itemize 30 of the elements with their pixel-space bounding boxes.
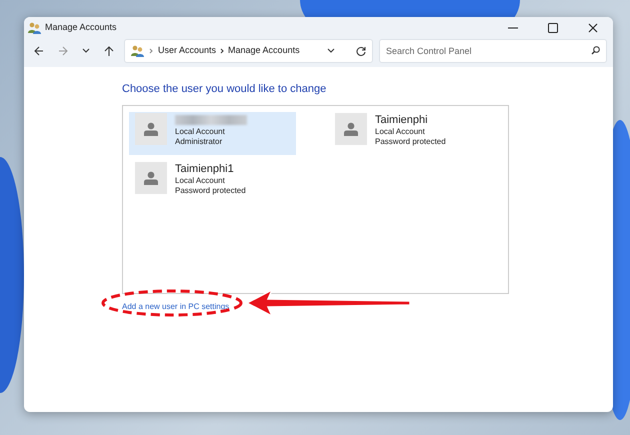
refresh-icon[interactable] — [356, 46, 366, 56]
breadcrumb[interactable]: Manage Accounts — [228, 44, 300, 58]
breadcrumb[interactable]: User Accounts — [158, 44, 216, 58]
user-tile[interactable]: Taimienphi1 Local Account Password protected — [129, 160, 296, 204]
address-bar[interactable]: User Accounts Manage Accounts — [124, 39, 373, 63]
chevron-icon — [220, 48, 224, 54]
search-icon — [591, 46, 600, 55]
user-name: Taimienphi — [375, 112, 429, 126]
avatar-icon — [135, 162, 167, 194]
chevron-icon — [149, 48, 153, 54]
account-detail: Local Account — [175, 176, 226, 186]
account-detail: Password protected — [375, 136, 446, 146]
user-tile[interactable]: Local Account Administrator — [129, 112, 296, 154]
window-title: Manage Accounts — [45, 21, 117, 34]
users-icon — [28, 22, 41, 34]
search-field[interactable]: Search Control Panel — [379, 39, 607, 63]
dropdown-icon[interactable] — [327, 48, 335, 54]
user-tile[interactable]: Taimienphi Local Account Password protected — [329, 112, 496, 154]
close-icon — [588, 23, 598, 33]
maximize-icon — [548, 23, 558, 33]
avatar-icon — [335, 112, 367, 144]
account-detail: Local Account — [175, 126, 226, 136]
avatar-icon — [135, 112, 167, 144]
account-detail: Administrator — [175, 136, 224, 146]
account-detail: Password protected — [175, 186, 246, 196]
users-icon — [131, 45, 144, 57]
minimize-icon — [508, 27, 518, 29]
user-name: Taimienphi1 — [175, 162, 235, 176]
account-detail: Local Account — [375, 126, 426, 136]
page-heading: Choose the user you would like to change — [122, 82, 328, 97]
